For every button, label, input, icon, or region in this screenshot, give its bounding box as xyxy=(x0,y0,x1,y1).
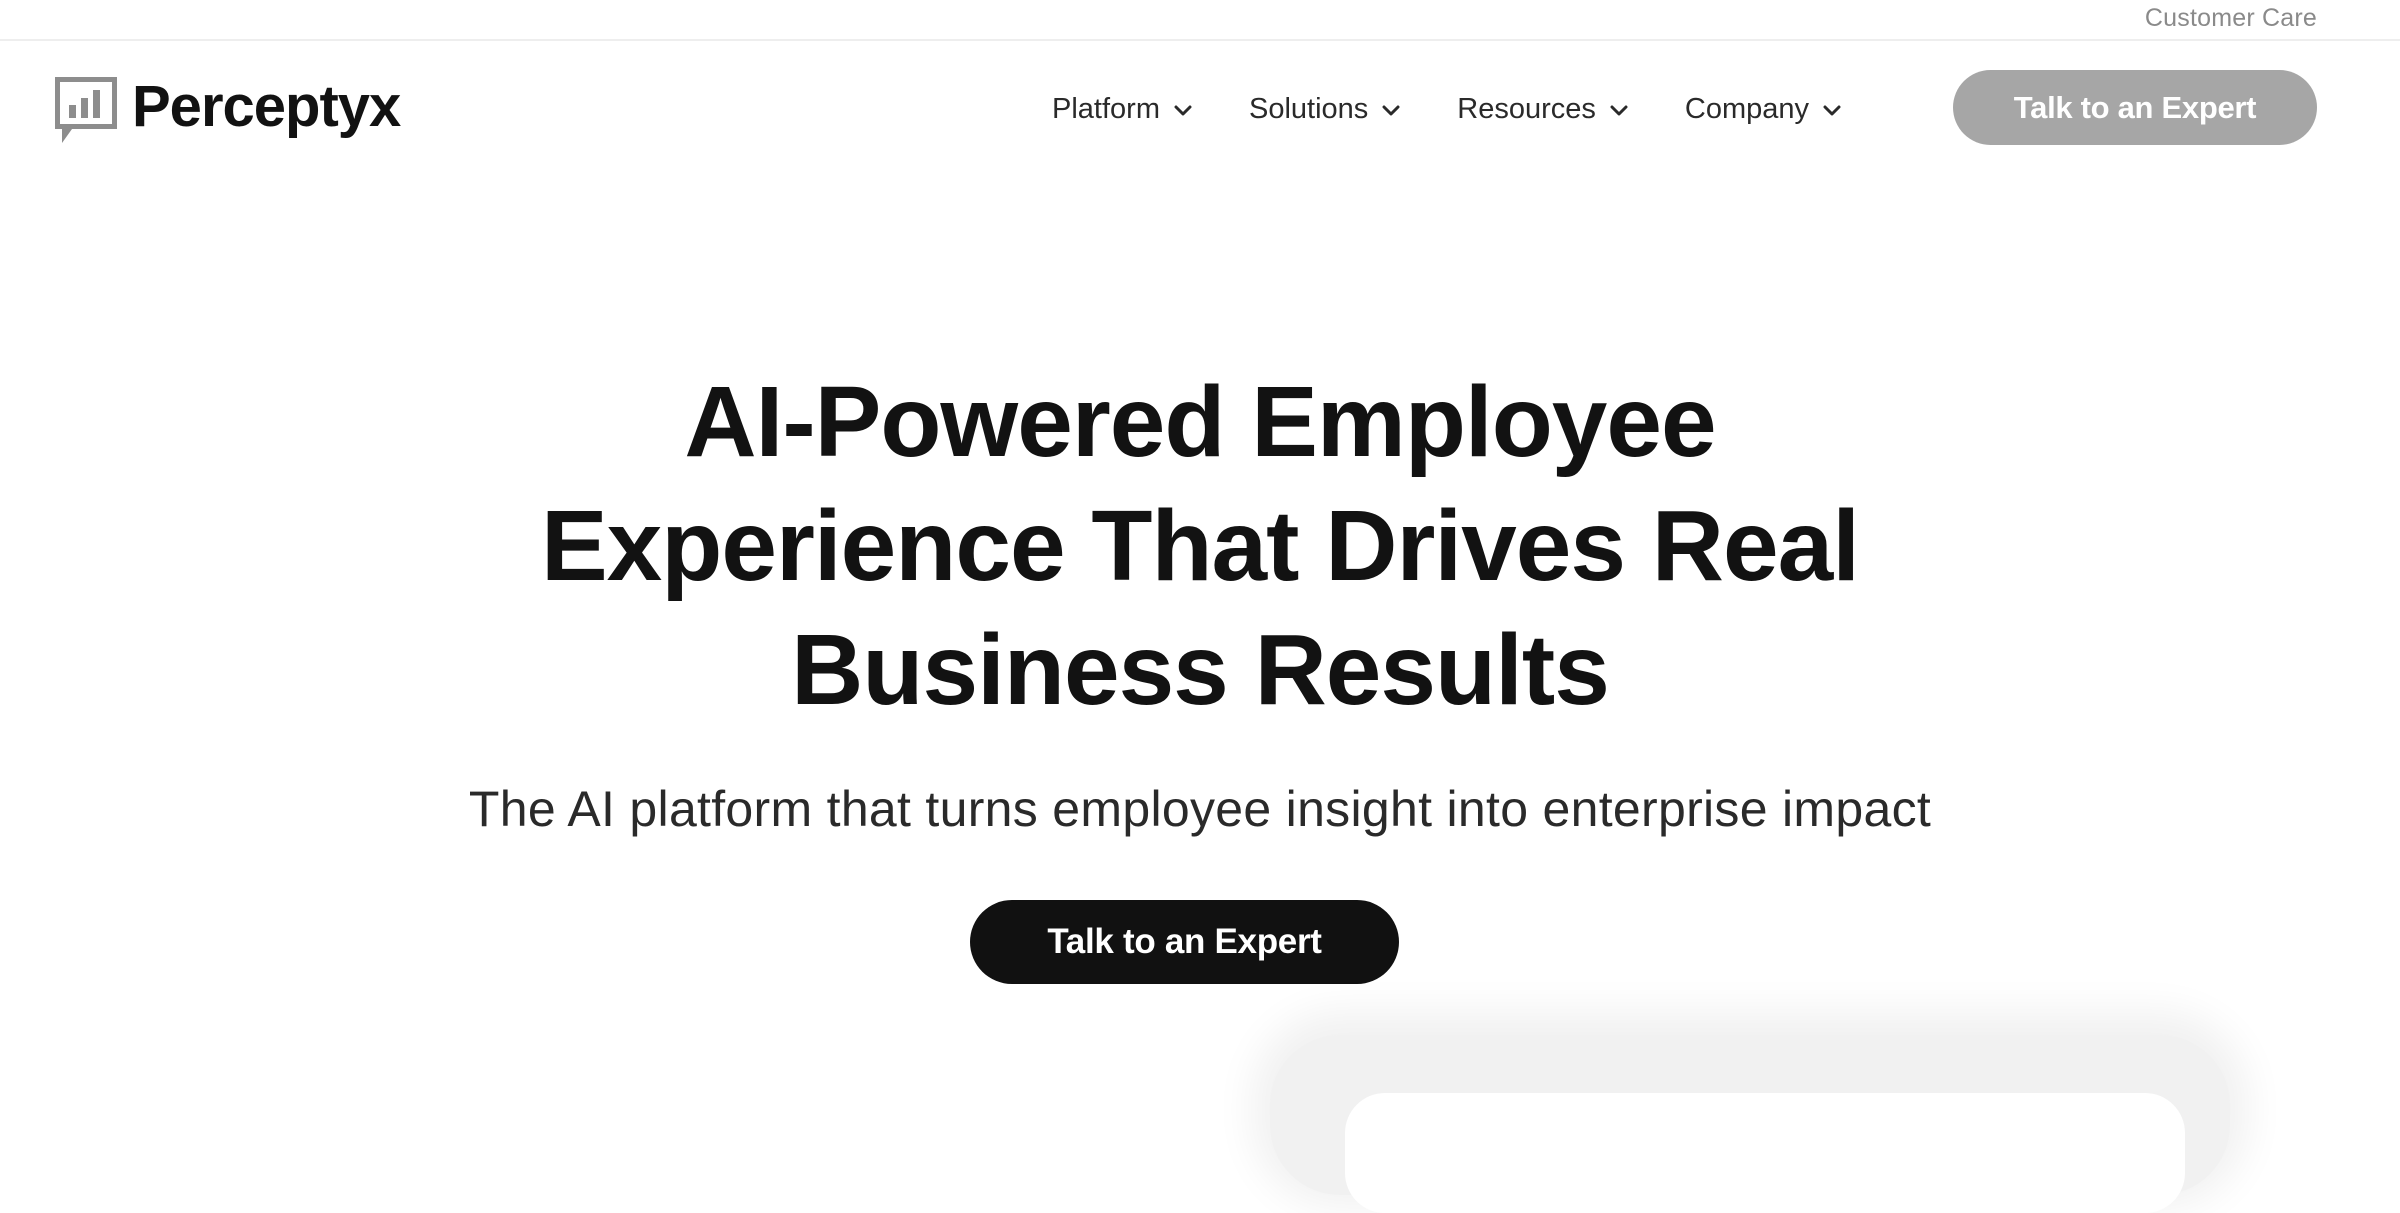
hero-title-line: AI-Powered Employee xyxy=(684,366,1716,478)
brand-name: Perceptyx xyxy=(132,74,401,139)
chevron-down-icon xyxy=(1174,105,1192,115)
nav-item-company[interactable]: Company xyxy=(1685,93,1841,126)
customer-care-link[interactable]: Customer Care xyxy=(2145,2,2317,34)
nav-item-label: Company xyxy=(1684,92,1810,125)
chevron-down-icon xyxy=(1823,105,1841,115)
logo[interactable]: Perceptyx xyxy=(52,74,401,147)
site-header: Perceptyx Platform Solutions Resources C… xyxy=(0,41,2400,173)
nav-item-label: Resources xyxy=(1457,92,1596,125)
utility-bar: Customer Care xyxy=(0,0,2400,41)
talk-to-expert-header-button[interactable]: Talk to an Expert xyxy=(1953,70,2317,145)
chevron-down-icon xyxy=(1382,105,1400,115)
hero-title-line: Experience That Drives Real xyxy=(540,490,1860,602)
hero-section: AI-Powered Employee Experience That Driv… xyxy=(0,360,2400,984)
nav-item-platform[interactable]: Platform xyxy=(1052,93,1192,126)
main-nav: Platform Solutions Resources Company xyxy=(1052,74,1898,144)
nav-item-label: Platform xyxy=(1052,92,1160,125)
hero-title: AI-Powered Employee Experience That Driv… xyxy=(450,360,1950,732)
hero-subtitle: The AI platform that turns employee insi… xyxy=(468,781,1932,837)
nav-item-label: Solutions xyxy=(1248,92,1369,125)
nav-item-resources[interactable]: Resources xyxy=(1457,93,1628,126)
chevron-down-icon xyxy=(1610,105,1628,115)
product-preview-card xyxy=(1345,1093,2185,1213)
hero-title-line: Business Results xyxy=(791,614,1610,726)
nav-item-solutions[interactable]: Solutions xyxy=(1249,93,1400,126)
chat-bubble-bar-chart-icon xyxy=(55,77,117,143)
talk-to-expert-hero-button[interactable]: Talk to an Expert xyxy=(970,900,1399,984)
